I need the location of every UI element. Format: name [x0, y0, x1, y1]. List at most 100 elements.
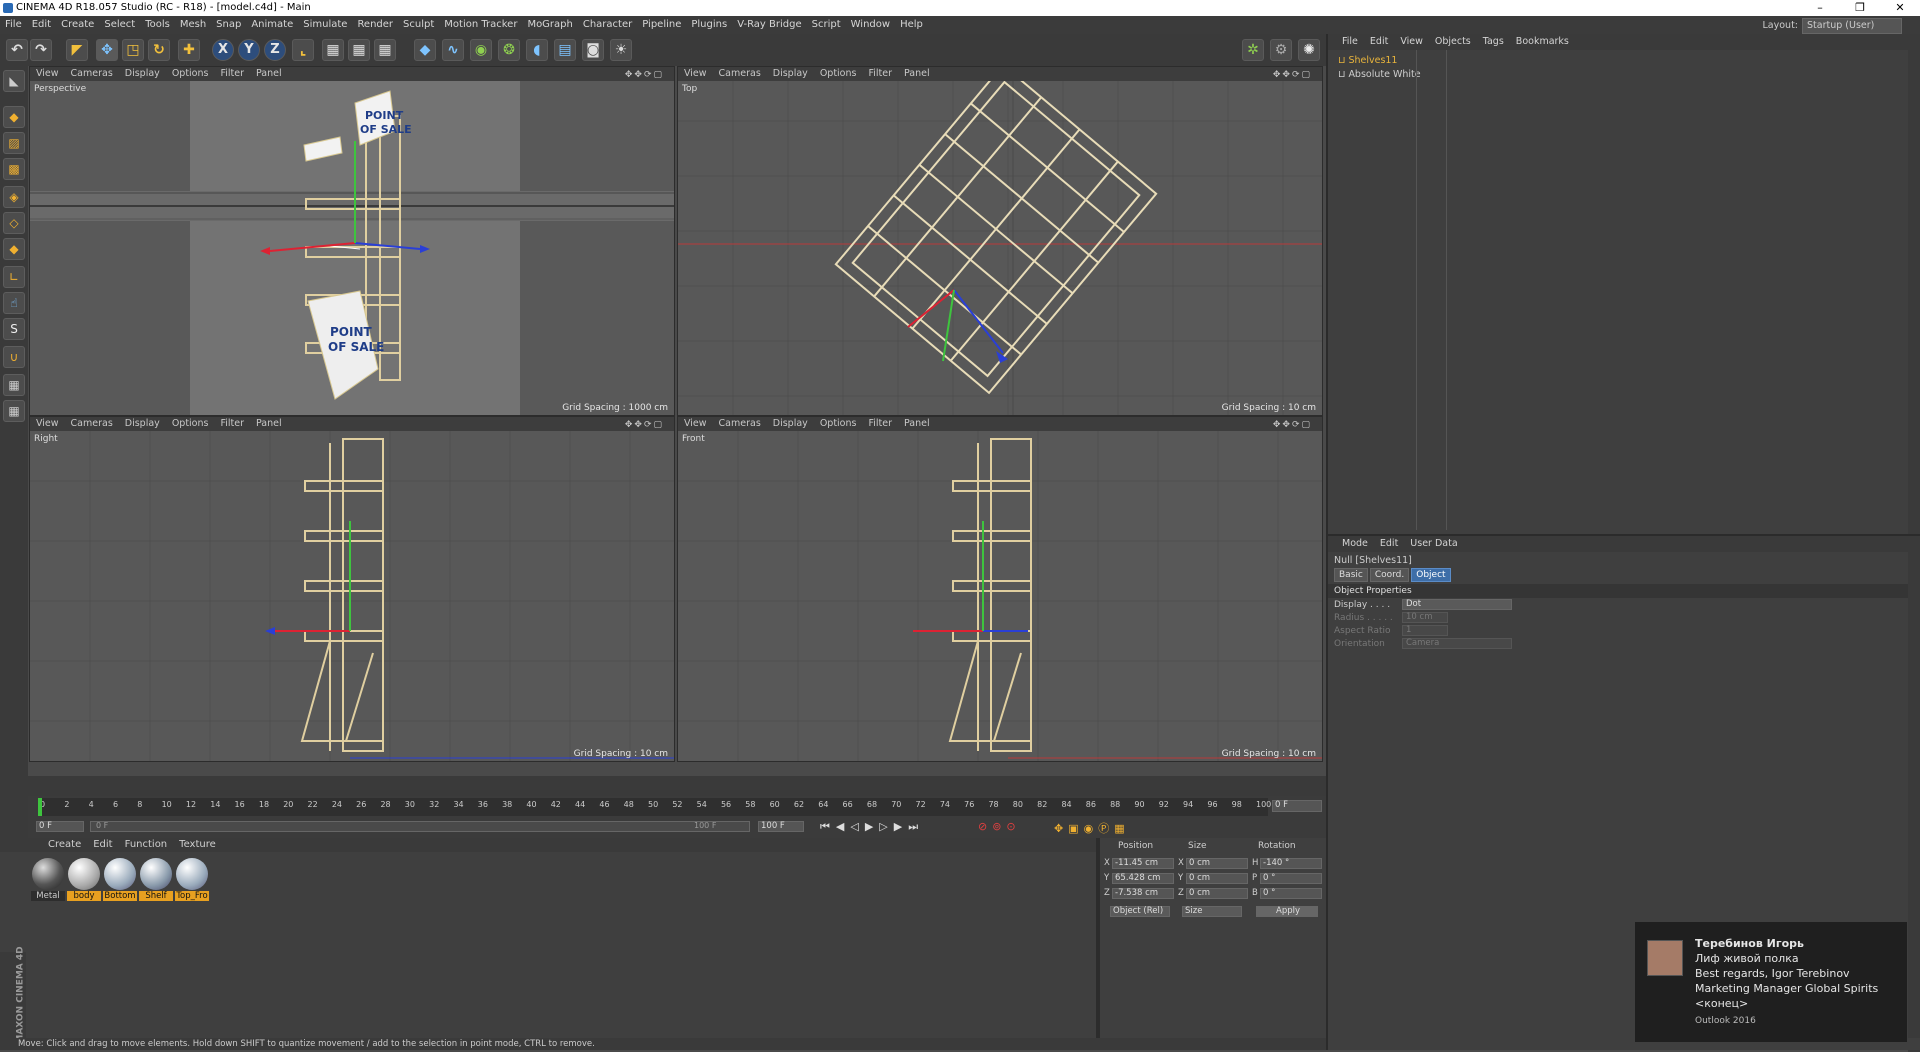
menu-mograph[interactable]: MoGraph: [522, 16, 577, 34]
menu-edit[interactable]: Edit: [27, 16, 56, 34]
minimize-button[interactable]: –: [1800, 0, 1840, 16]
menu-script[interactable]: Script: [807, 16, 846, 34]
vray-render-icon[interactable]: ✲: [1242, 39, 1264, 61]
am-menu-mode[interactable]: Mode: [1328, 536, 1374, 552]
tweak-mode-icon[interactable]: ☝: [3, 292, 25, 314]
om-menu-file[interactable]: File: [1328, 34, 1364, 50]
playback-controls[interactable]: ⏮◀◁▶▷▶⏭: [820, 820, 924, 834]
render-view-icon[interactable]: ▦: [322, 39, 344, 61]
vp-menu-display[interactable]: Display: [767, 67, 814, 81]
menu-character[interactable]: Character: [578, 16, 637, 34]
menu-mesh[interactable]: Mesh: [175, 16, 211, 34]
close-button[interactable]: ✕: [1880, 0, 1920, 16]
mm-menu-create[interactable]: Create: [0, 838, 87, 852]
tab-object[interactable]: Object: [1411, 568, 1451, 582]
vp-menu-panel[interactable]: Panel: [250, 417, 288, 431]
vray-settings-gear-icon[interactable]: ✺: [1298, 39, 1320, 61]
menu-plugins[interactable]: Plugins: [686, 16, 732, 34]
timeline-playhead[interactable]: [38, 798, 42, 816]
viewport-nav-icons[interactable]: ✥✥⟳▢: [1267, 68, 1318, 82]
size-y-field[interactable]: 0 cm: [1186, 873, 1248, 884]
restore-button[interactable]: ❐: [1840, 0, 1880, 16]
menu-tools[interactable]: Tools: [140, 16, 175, 34]
coordinate-system-icon[interactable]: ⌞: [292, 39, 314, 61]
floor-icon[interactable]: ▤: [554, 39, 576, 61]
menu-help[interactable]: Help: [895, 16, 928, 34]
y-axis-lock-button[interactable]: Y: [238, 39, 260, 61]
redo-icon[interactable]: ↷: [30, 39, 52, 61]
tab-basic[interactable]: Basic: [1334, 568, 1368, 582]
rotation-p-field[interactable]: 0 °: [1260, 873, 1322, 884]
viewport-nav-icons[interactable]: ✥✥⟳▢: [619, 418, 670, 432]
coord-mode-dropdown[interactable]: Object (Rel): [1110, 906, 1170, 917]
menu-animate[interactable]: Animate: [246, 16, 298, 34]
vp-menu-panel[interactable]: Panel: [898, 417, 936, 431]
workplane-lock-icon[interactable]: ▦: [3, 374, 25, 396]
vp-menu-view[interactable]: View: [30, 417, 65, 431]
menu-sculpt[interactable]: Sculpt: [398, 16, 439, 34]
outlook-notification[interactable]: Теребинов Игорь Лиф живой полка Best reg…: [1635, 922, 1907, 1042]
vp-menu-panel[interactable]: Panel: [250, 67, 288, 81]
menu-motion-tracker[interactable]: Motion Tracker: [439, 16, 522, 34]
mm-menu-function[interactable]: Function: [119, 838, 174, 852]
mm-menu-texture[interactable]: Texture: [173, 838, 222, 852]
vp-menu-cameras[interactable]: Cameras: [65, 417, 119, 431]
vp-menu-view[interactable]: View: [678, 67, 713, 81]
vp-menu-options[interactable]: Options: [166, 417, 215, 431]
vp-menu-cameras[interactable]: Cameras: [713, 417, 767, 431]
apply-button[interactable]: Apply: [1256, 906, 1318, 917]
make-editable-icon[interactable]: ◣: [3, 70, 25, 92]
live-selection-icon[interactable]: ◤: [66, 39, 88, 61]
size-z-field[interactable]: 0 cm: [1186, 888, 1248, 899]
cube-primitive-icon[interactable]: ◆: [414, 39, 436, 61]
perspective-viewport[interactable]: View Cameras Display Options Filter Panel ✥✥⟳…: [29, 66, 675, 416]
object-row-absolute-white[interactable]: ⊔ Absolute White: [1338, 68, 1421, 82]
polygons-mode-icon[interactable]: ◆: [3, 238, 25, 260]
vp-menu-cameras[interactable]: Cameras: [713, 67, 767, 81]
tab-coord[interactable]: Coord.: [1369, 568, 1410, 582]
vp-menu-options[interactable]: Options: [166, 67, 215, 81]
vp-menu-options[interactable]: Options: [814, 417, 863, 431]
keyframe-mode-icons[interactable]: ✥▣◉Ⓟ▦: [1054, 820, 1130, 836]
record-keys-icons[interactable]: ⊘⊚⊙: [978, 820, 1021, 833]
layout-selector[interactable]: Layout: Startup (User): [1763, 18, 1902, 34]
vp-menu-filter[interactable]: Filter: [214, 67, 250, 81]
om-menu-bookmarks[interactable]: Bookmarks: [1510, 34, 1575, 50]
object-row-shelves11[interactable]: ⊔ Shelves11: [1338, 54, 1397, 68]
menu-window[interactable]: Window: [846, 16, 895, 34]
x-axis-lock-button[interactable]: X: [212, 39, 234, 61]
viewport-nav-icons[interactable]: ✥✥⟳▢: [1267, 418, 1318, 432]
material-bottom[interactable]: Bottom: [103, 858, 137, 902]
mm-menu-edit[interactable]: Edit: [87, 838, 118, 852]
material-top-front[interactable]: Top_Fro: [175, 858, 209, 902]
menu-render[interactable]: Render: [352, 16, 398, 34]
om-menu-objects[interactable]: Objects: [1429, 34, 1477, 50]
points-mode-icon[interactable]: ◈: [3, 186, 25, 208]
current-frame-field[interactable]: 0 F: [1272, 800, 1322, 812]
rotation-h-field[interactable]: -140 °: [1260, 858, 1322, 869]
menu-pipeline[interactable]: Pipeline: [637, 16, 686, 34]
prop-orientation-dropdown[interactable]: Camera: [1402, 638, 1512, 649]
subdivision-surface-icon[interactable]: ◉: [470, 39, 492, 61]
snap-icon[interactable]: S: [3, 318, 25, 340]
texture-mode-icon[interactable]: ▨: [3, 132, 25, 154]
viewport-nav-icons[interactable]: ✥✥⟳▢: [619, 68, 670, 82]
vp-menu-cameras[interactable]: Cameras: [65, 67, 119, 81]
model-mode-icon[interactable]: ◆: [3, 106, 25, 128]
menu-snap[interactable]: Snap: [211, 16, 246, 34]
magnet-icon[interactable]: ∪: [3, 346, 25, 368]
edges-mode-icon[interactable]: ◇: [3, 212, 25, 234]
undo-icon[interactable]: ↶: [6, 39, 28, 61]
material-body[interactable]: body: [67, 858, 101, 902]
right-viewport[interactable]: View Cameras Display Options Filter Panel ✥✥⟳…: [29, 416, 675, 762]
layout-dropdown[interactable]: Startup (User): [1802, 18, 1902, 34]
vp-menu-filter[interactable]: Filter: [862, 67, 898, 81]
preview-range-slider[interactable]: [90, 821, 750, 832]
solo-icon[interactable]: ▦: [3, 400, 25, 422]
vp-menu-display[interactable]: Display: [119, 67, 166, 81]
menu-vray-bridge[interactable]: V-Ray Bridge: [732, 16, 806, 34]
camera-icon[interactable]: ◙: [582, 39, 604, 61]
om-menu-tags[interactable]: Tags: [1477, 34, 1510, 50]
menu-simulate[interactable]: Simulate: [298, 16, 352, 34]
render-settings-icon[interactable]: ▦: [374, 39, 396, 61]
